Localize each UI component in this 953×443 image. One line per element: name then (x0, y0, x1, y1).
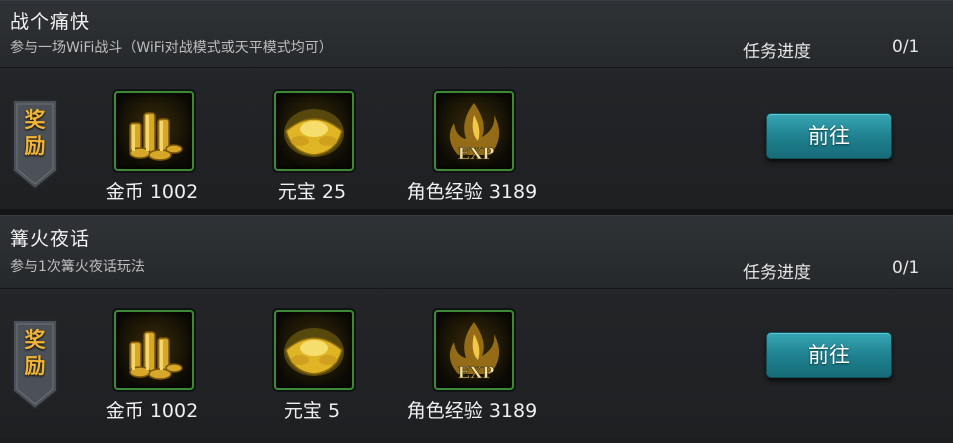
exp-text: EXP (458, 363, 495, 382)
progress-label: 任务进度 (743, 42, 811, 62)
reward-badge-label: 奖励 (24, 108, 46, 158)
task-card-1: 战个痛快 参与一场WiFi战斗（WiFi对战模式或天平模式均可） 任务进度 0/… (0, 0, 953, 210)
reward-item-exp: EXP 角色经验 3189 (382, 310, 562, 430)
reward-item-ingot: 元宝 5 (222, 310, 402, 430)
exp-text: EXP (458, 144, 495, 163)
task-card-2: 篝火夜话 参与1次篝火夜话玩法 任务进度 0/1 奖励 金币 1002 元宝 5… (0, 215, 953, 438)
reward-badge: 奖励 (12, 319, 58, 411)
task-title: 篝火夜话 (10, 228, 91, 250)
reward-badge-label: 奖励 (24, 328, 46, 378)
gold-ingot-icon (274, 91, 354, 171)
reward-item-ingot: 元宝 25 (222, 91, 402, 211)
reward-label: 角色经验 3189 (406, 400, 538, 422)
reward-label: 元宝 25 (277, 181, 347, 203)
reward-label: 角色经验 3189 (406, 181, 538, 203)
task-description: 参与1次篝火夜话玩法 (10, 259, 145, 275)
reward-item-exp: EXP 角色经验 3189 (382, 91, 562, 211)
reward-label: 元宝 5 (283, 400, 341, 422)
progress-value: 0/1 (892, 258, 920, 278)
go-button[interactable]: 前往 (766, 332, 892, 378)
reward-item-gold: 金币 1002 (62, 310, 242, 430)
reward-badge: 奖励 (12, 99, 58, 191)
progress-value: 0/1 (892, 37, 920, 57)
go-button[interactable]: 前往 (766, 113, 892, 159)
progress-label: 任务进度 (743, 263, 811, 283)
task-description: 参与一场WiFi战斗（WiFi对战模式或天平模式均可） (10, 40, 333, 56)
exp-icon: EXP (434, 310, 514, 390)
reward-item-gold: 金币 1002 (62, 91, 242, 211)
gold-coins-icon (114, 91, 194, 171)
gold-coins-icon (114, 310, 194, 390)
task-title: 战个痛快 (10, 11, 91, 33)
exp-icon: EXP (434, 91, 514, 171)
reward-label: 金币 1002 (105, 181, 199, 203)
reward-label: 金币 1002 (105, 400, 199, 422)
gold-ingot-icon (274, 310, 354, 390)
